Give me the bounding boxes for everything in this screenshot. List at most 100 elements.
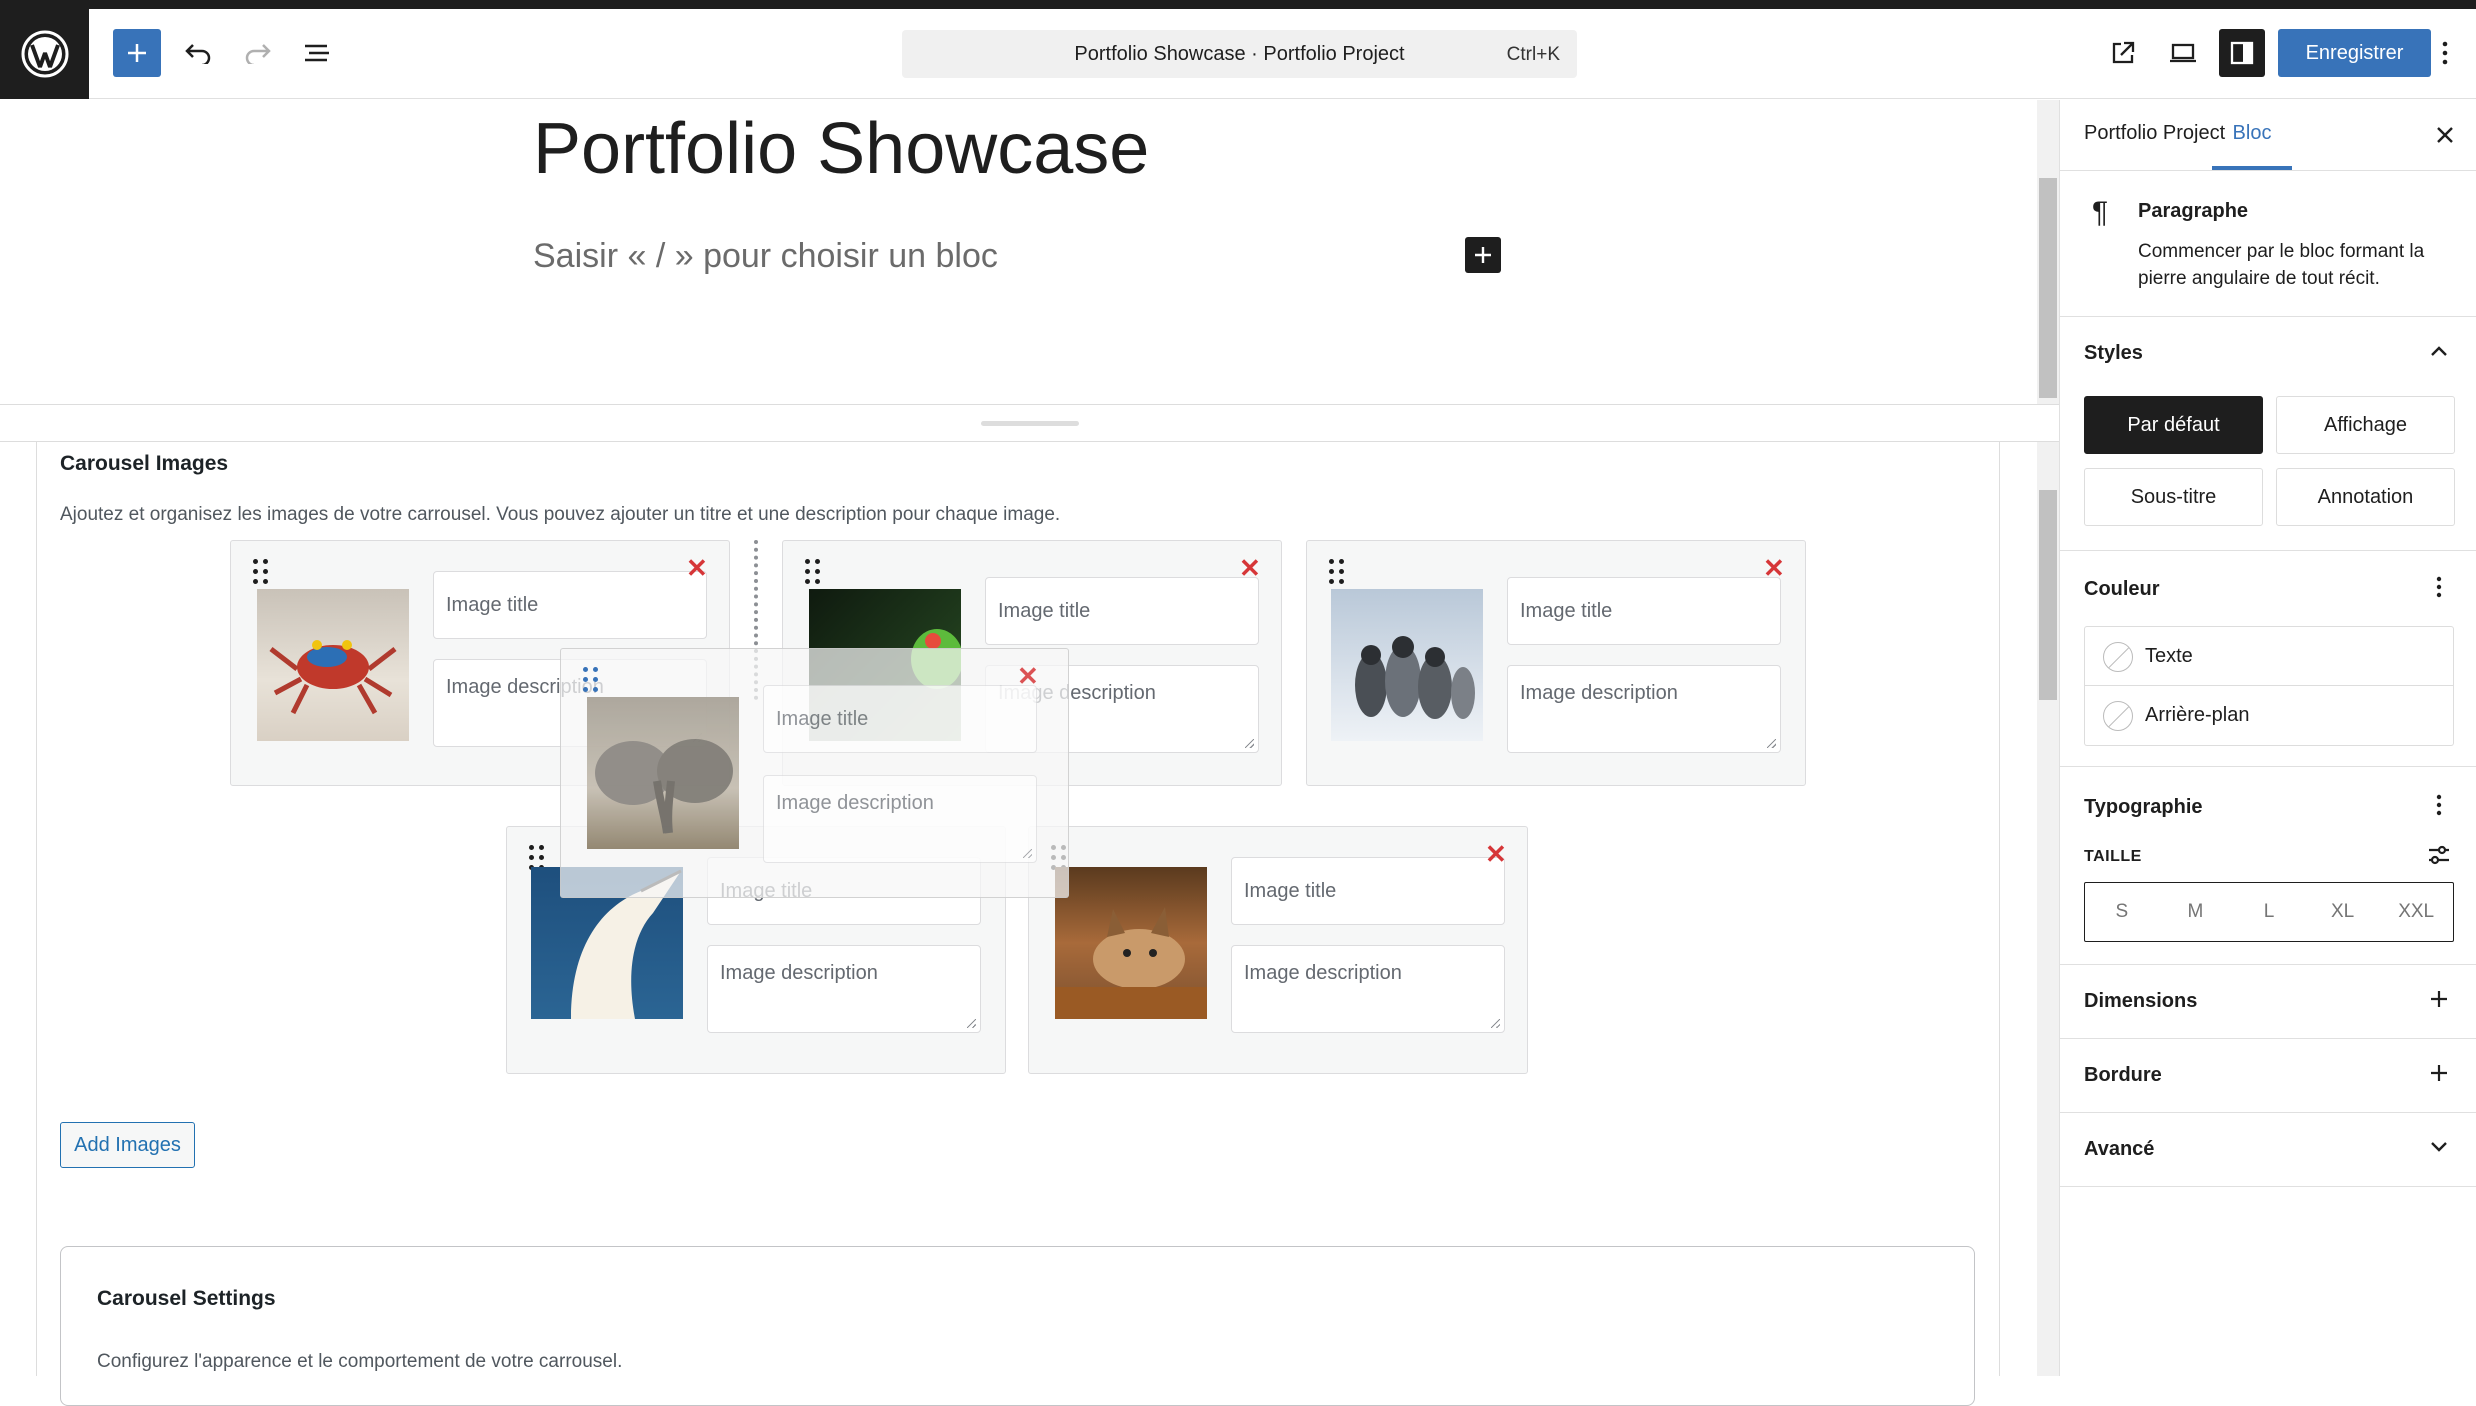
- paragraph-placeholder[interactable]: Saisir « / » pour choisir un bloc: [533, 237, 998, 276]
- post-title[interactable]: Portfolio Showcase: [533, 108, 1149, 190]
- carousel-item[interactable]: Image title Image description ✕: [1306, 540, 1806, 786]
- crab-image: [257, 589, 409, 741]
- plus-icon: [128, 44, 146, 62]
- metabox-resize-bar[interactable]: [0, 404, 2059, 442]
- tab-portfolio-project[interactable]: Portfolio Project: [2084, 122, 2225, 170]
- image-description-field[interactable]: Image description: [1507, 665, 1781, 753]
- image-title-field[interactable]: Image title: [1507, 577, 1781, 645]
- background-color-label: Arrière-plan: [2145, 704, 2250, 726]
- carousel-images-heading: Carousel Images: [60, 452, 229, 475]
- command-palette-bar[interactable]: Portfolio Showcase · Portfolio Project C…: [902, 30, 1577, 78]
- divider: [2060, 170, 2476, 171]
- background-color-option[interactable]: Arrière-plan: [2084, 686, 2454, 746]
- paragraph-icon: ¶: [2092, 196, 2109, 229]
- size-option-m[interactable]: M: [2159, 883, 2233, 941]
- options-menu-button[interactable]: [2430, 31, 2460, 75]
- remove-image-icon[interactable]: ✕: [1485, 841, 1507, 867]
- save-button[interactable]: Enregistrer: [2278, 29, 2431, 77]
- tab-bloc[interactable]: Bloc: [2212, 122, 2292, 170]
- image-description-field[interactable]: Image description: [763, 775, 1037, 863]
- canvas-scrollbar-thumb[interactable]: [2039, 178, 2057, 398]
- dimensions-heading[interactable]: Dimensions: [2084, 990, 2197, 1013]
- style-default-button[interactable]: Par défaut: [2084, 396, 2263, 454]
- metabox-scrollbar-thumb[interactable]: [2039, 490, 2057, 700]
- elephants-image: [587, 697, 739, 849]
- undo-icon: [185, 44, 211, 64]
- plus-icon[interactable]: [2424, 984, 2454, 1014]
- document-overview-button[interactable]: [295, 31, 339, 75]
- drag-handle-icon[interactable]: [805, 559, 825, 585]
- plus-icon[interactable]: [2424, 1058, 2454, 1088]
- font-size-toggle-group: S M L XL XXL: [2084, 882, 2454, 942]
- penguins-image: [1331, 589, 1483, 741]
- style-subtitle-button[interactable]: Sous-titre: [2084, 468, 2263, 526]
- remove-image-icon[interactable]: ✕: [1763, 555, 1785, 581]
- external-link-icon: [2112, 41, 2135, 64]
- remove-image-icon[interactable]: ✕: [1017, 663, 1039, 689]
- close-icon: [2437, 127, 2453, 143]
- settings-sidebar: Portfolio Project Bloc ¶ Paragraphe Comm…: [2059, 100, 2476, 1376]
- size-option-s[interactable]: S: [2085, 883, 2159, 941]
- style-display-button[interactable]: Affichage: [2276, 396, 2455, 454]
- divider: [2060, 1038, 2476, 1039]
- image-title-field[interactable]: Image title: [1231, 857, 1505, 925]
- carousel-item[interactable]: Image title Image description ✕: [1028, 826, 1528, 1074]
- custom-size-settings-icon[interactable]: [2424, 840, 2454, 870]
- image-title-field[interactable]: Image title: [763, 685, 1037, 753]
- drag-handle-icon[interactable]: [1329, 559, 1349, 585]
- resize-handle[interactable]: [981, 421, 1079, 426]
- styles-heading[interactable]: Styles: [2084, 342, 2143, 365]
- dragging-carousel-item[interactable]: Image title Image description ✕: [560, 648, 1069, 898]
- device-preview-button[interactable]: [2160, 31, 2206, 75]
- inline-add-block-button[interactable]: [1465, 237, 1501, 273]
- drag-handle-icon[interactable]: [583, 667, 603, 693]
- text-color-option[interactable]: Texte: [2084, 626, 2454, 686]
- metabox-area: Carousel Images Ajoutez et organisez les…: [0, 442, 2037, 1406]
- chevron-up-icon[interactable]: [2424, 336, 2454, 366]
- undo-button[interactable]: [176, 31, 220, 75]
- editor-toolbar: Portfolio Showcase · Portfolio Project C…: [0, 9, 2476, 99]
- settings-sidebar-toggle[interactable]: [2219, 29, 2265, 77]
- document-title: Portfolio Showcase · Portfolio Project: [1074, 43, 1405, 65]
- remove-image-icon[interactable]: ✕: [1239, 555, 1261, 581]
- border-heading[interactable]: Bordure: [2084, 1064, 2162, 1087]
- divider: [2060, 1186, 2476, 1187]
- image-title-field[interactable]: Image title: [985, 577, 1259, 645]
- color-heading: Couleur: [2084, 578, 2160, 600]
- editor-canvas: Portfolio Showcase Saisir « / » pour cho…: [0, 100, 2037, 404]
- vertical-ellipsis-icon[interactable]: [2424, 572, 2454, 602]
- image-description-field[interactable]: Image description: [1231, 945, 1505, 1033]
- plus-icon: [1475, 247, 1491, 263]
- redo-icon: [245, 44, 271, 64]
- style-annotation-button[interactable]: Annotation: [2276, 468, 2455, 526]
- keyboard-shortcut: Ctrl+K: [1506, 44, 1560, 65]
- add-images-button[interactable]: Add Images: [60, 1122, 195, 1168]
- text-color-label: Texte: [2145, 644, 2193, 667]
- chevron-down-icon[interactable]: [2424, 1132, 2454, 1162]
- image-description-field[interactable]: Image description: [707, 945, 981, 1033]
- size-option-xl[interactable]: XL: [2306, 883, 2380, 941]
- block-inserter-button[interactable]: [113, 29, 161, 77]
- carousel-help-text: Ajoutez et organisez les images de votre…: [60, 504, 1061, 525]
- redo-button[interactable]: [236, 31, 280, 75]
- carousel-settings-panel: Carousel Settings Configurez l'apparence…: [60, 1246, 1975, 1406]
- advanced-heading[interactable]: Avancé: [2084, 1138, 2154, 1161]
- divider: [2060, 1112, 2476, 1113]
- size-option-xxl[interactable]: XXL: [2379, 883, 2453, 941]
- empty-swatch-icon: [2103, 701, 2133, 731]
- divider: [2060, 316, 2476, 317]
- remove-image-icon[interactable]: ✕: [686, 555, 708, 581]
- block-description: Commencer par le bloc formant la pierre …: [2138, 241, 2425, 289]
- desktop-icon: [2170, 43, 2196, 63]
- vertical-ellipsis-icon: [2442, 41, 2448, 65]
- close-sidebar-button[interactable]: [2430, 120, 2460, 150]
- image-title-field[interactable]: Image title: [433, 571, 707, 639]
- window-top-strip: [0, 0, 2476, 9]
- size-label: TAILLE: [2084, 848, 2142, 865]
- view-post-button[interactable]: [2100, 31, 2146, 75]
- vertical-ellipsis-icon[interactable]: [2424, 790, 2454, 820]
- empty-swatch-icon: [2103, 642, 2133, 672]
- wordpress-logo-icon[interactable]: [0, 9, 89, 99]
- drag-handle-icon[interactable]: [253, 559, 273, 585]
- size-option-l[interactable]: L: [2232, 883, 2306, 941]
